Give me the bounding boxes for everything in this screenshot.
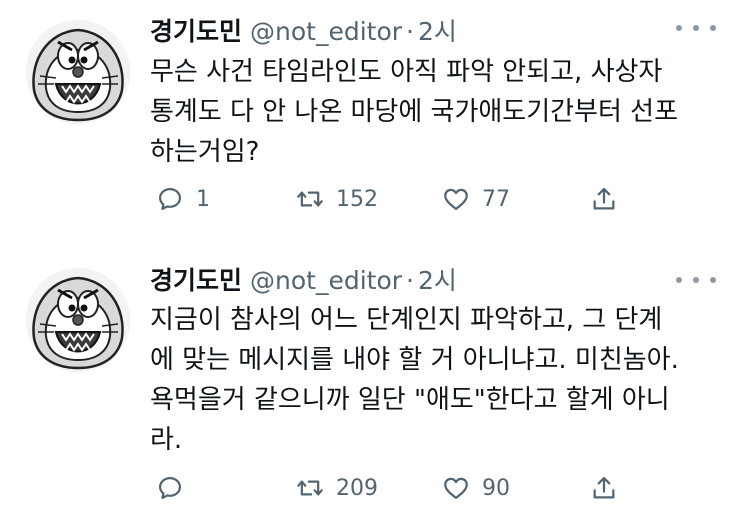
retweet-button[interactable]: 209 — [296, 468, 378, 508]
tweet-text-line: 라. — [150, 425, 183, 455]
separator-dot: · — [406, 266, 414, 295]
more-options-button[interactable] — [676, 272, 716, 288]
more-dots-icon — [710, 25, 716, 31]
user-handle[interactable]: @not_editor — [250, 14, 402, 50]
like-button[interactable]: 77 — [442, 179, 510, 219]
retweet-icon — [297, 191, 323, 207]
tweet-text-line: 지금이 참사의 어느 단계인지 파악하고, 그 단계 — [150, 305, 663, 335]
avatar[interactable] — [26, 268, 130, 372]
tweet-text-line: 에 맞는 메시지를 내야 할 거 아니냐고. 미친놈아. — [150, 345, 679, 375]
reply-button[interactable] — [156, 468, 196, 508]
tweet-header: 경기도민 @not_editor · 2시 — [150, 263, 457, 299]
share-button[interactable] — [590, 179, 618, 219]
more-dots-icon — [693, 277, 699, 283]
retweet-icon — [297, 480, 323, 496]
tweet-actions: 1 152 77 — [150, 179, 670, 219]
timestamp[interactable]: 2시 — [418, 14, 457, 50]
reply-count: 1 — [196, 186, 210, 212]
reply-button[interactable]: 1 — [156, 179, 210, 219]
tweet-text-line: 하는거임? — [150, 137, 260, 167]
doraemon-avatar-icon — [26, 20, 130, 124]
more-dots-icon — [676, 25, 682, 31]
timestamp[interactable]: 2시 — [418, 263, 457, 299]
more-dots-icon — [693, 25, 699, 31]
reply-bubble-icon — [158, 187, 182, 211]
tweet-header: 경기도민 @not_editor · 2시 — [150, 14, 457, 50]
heart-icon — [444, 477, 468, 500]
more-options-button[interactable] — [676, 20, 716, 36]
more-dots-icon — [676, 277, 682, 283]
tweet-text: 지금이 참사의 어느 단계인지 파악하고, 그 단계 에 맞는 메시지를 내야 … — [150, 300, 730, 460]
like-count: 77 — [482, 186, 510, 212]
reply-bubble-icon — [158, 476, 182, 500]
like-button[interactable]: 90 — [442, 468, 510, 508]
heart-icon — [444, 188, 468, 211]
share-button[interactable] — [590, 468, 618, 508]
share-icon — [593, 187, 615, 210]
more-dots-icon — [710, 277, 716, 283]
user-handle[interactable]: @not_editor — [250, 263, 402, 299]
avatar[interactable] — [26, 20, 130, 124]
retweet-count: 152 — [336, 186, 378, 212]
tweet-text-line: 통계도 다 안 나온 마당에 국가애도기간부터 선포 — [150, 97, 678, 127]
tweet-actions: 209 90 — [150, 468, 670, 508]
doraemon-avatar-icon — [26, 268, 130, 372]
display-name[interactable]: 경기도민 — [150, 14, 242, 50]
display-name[interactable]: 경기도민 — [150, 263, 242, 299]
share-icon — [593, 476, 615, 499]
tweet[interactable]: 경기도민 @not_editor · 2시 지금이 참사의 어느 단계인지 파악… — [0, 260, 750, 520]
tweet-text-line: 욕먹을거 같으니까 일단 "애도"한다고 할게 아니 — [150, 385, 670, 415]
like-count: 90 — [482, 475, 510, 501]
tweet[interactable]: 경기도민 @not_editor · 2시 무슨 사건 타임라인도 아직 파악 … — [0, 10, 750, 230]
tweet-text: 무슨 사건 타임라인도 아직 파악 안되고, 사상자 통계도 다 안 나온 마당… — [150, 52, 730, 172]
separator-dot: · — [406, 17, 414, 46]
retweet-button[interactable]: 152 — [296, 179, 378, 219]
retweet-count: 209 — [336, 475, 378, 501]
tweet-text-line: 무슨 사건 타임라인도 아직 파악 안되고, 사상자 — [150, 57, 663, 87]
